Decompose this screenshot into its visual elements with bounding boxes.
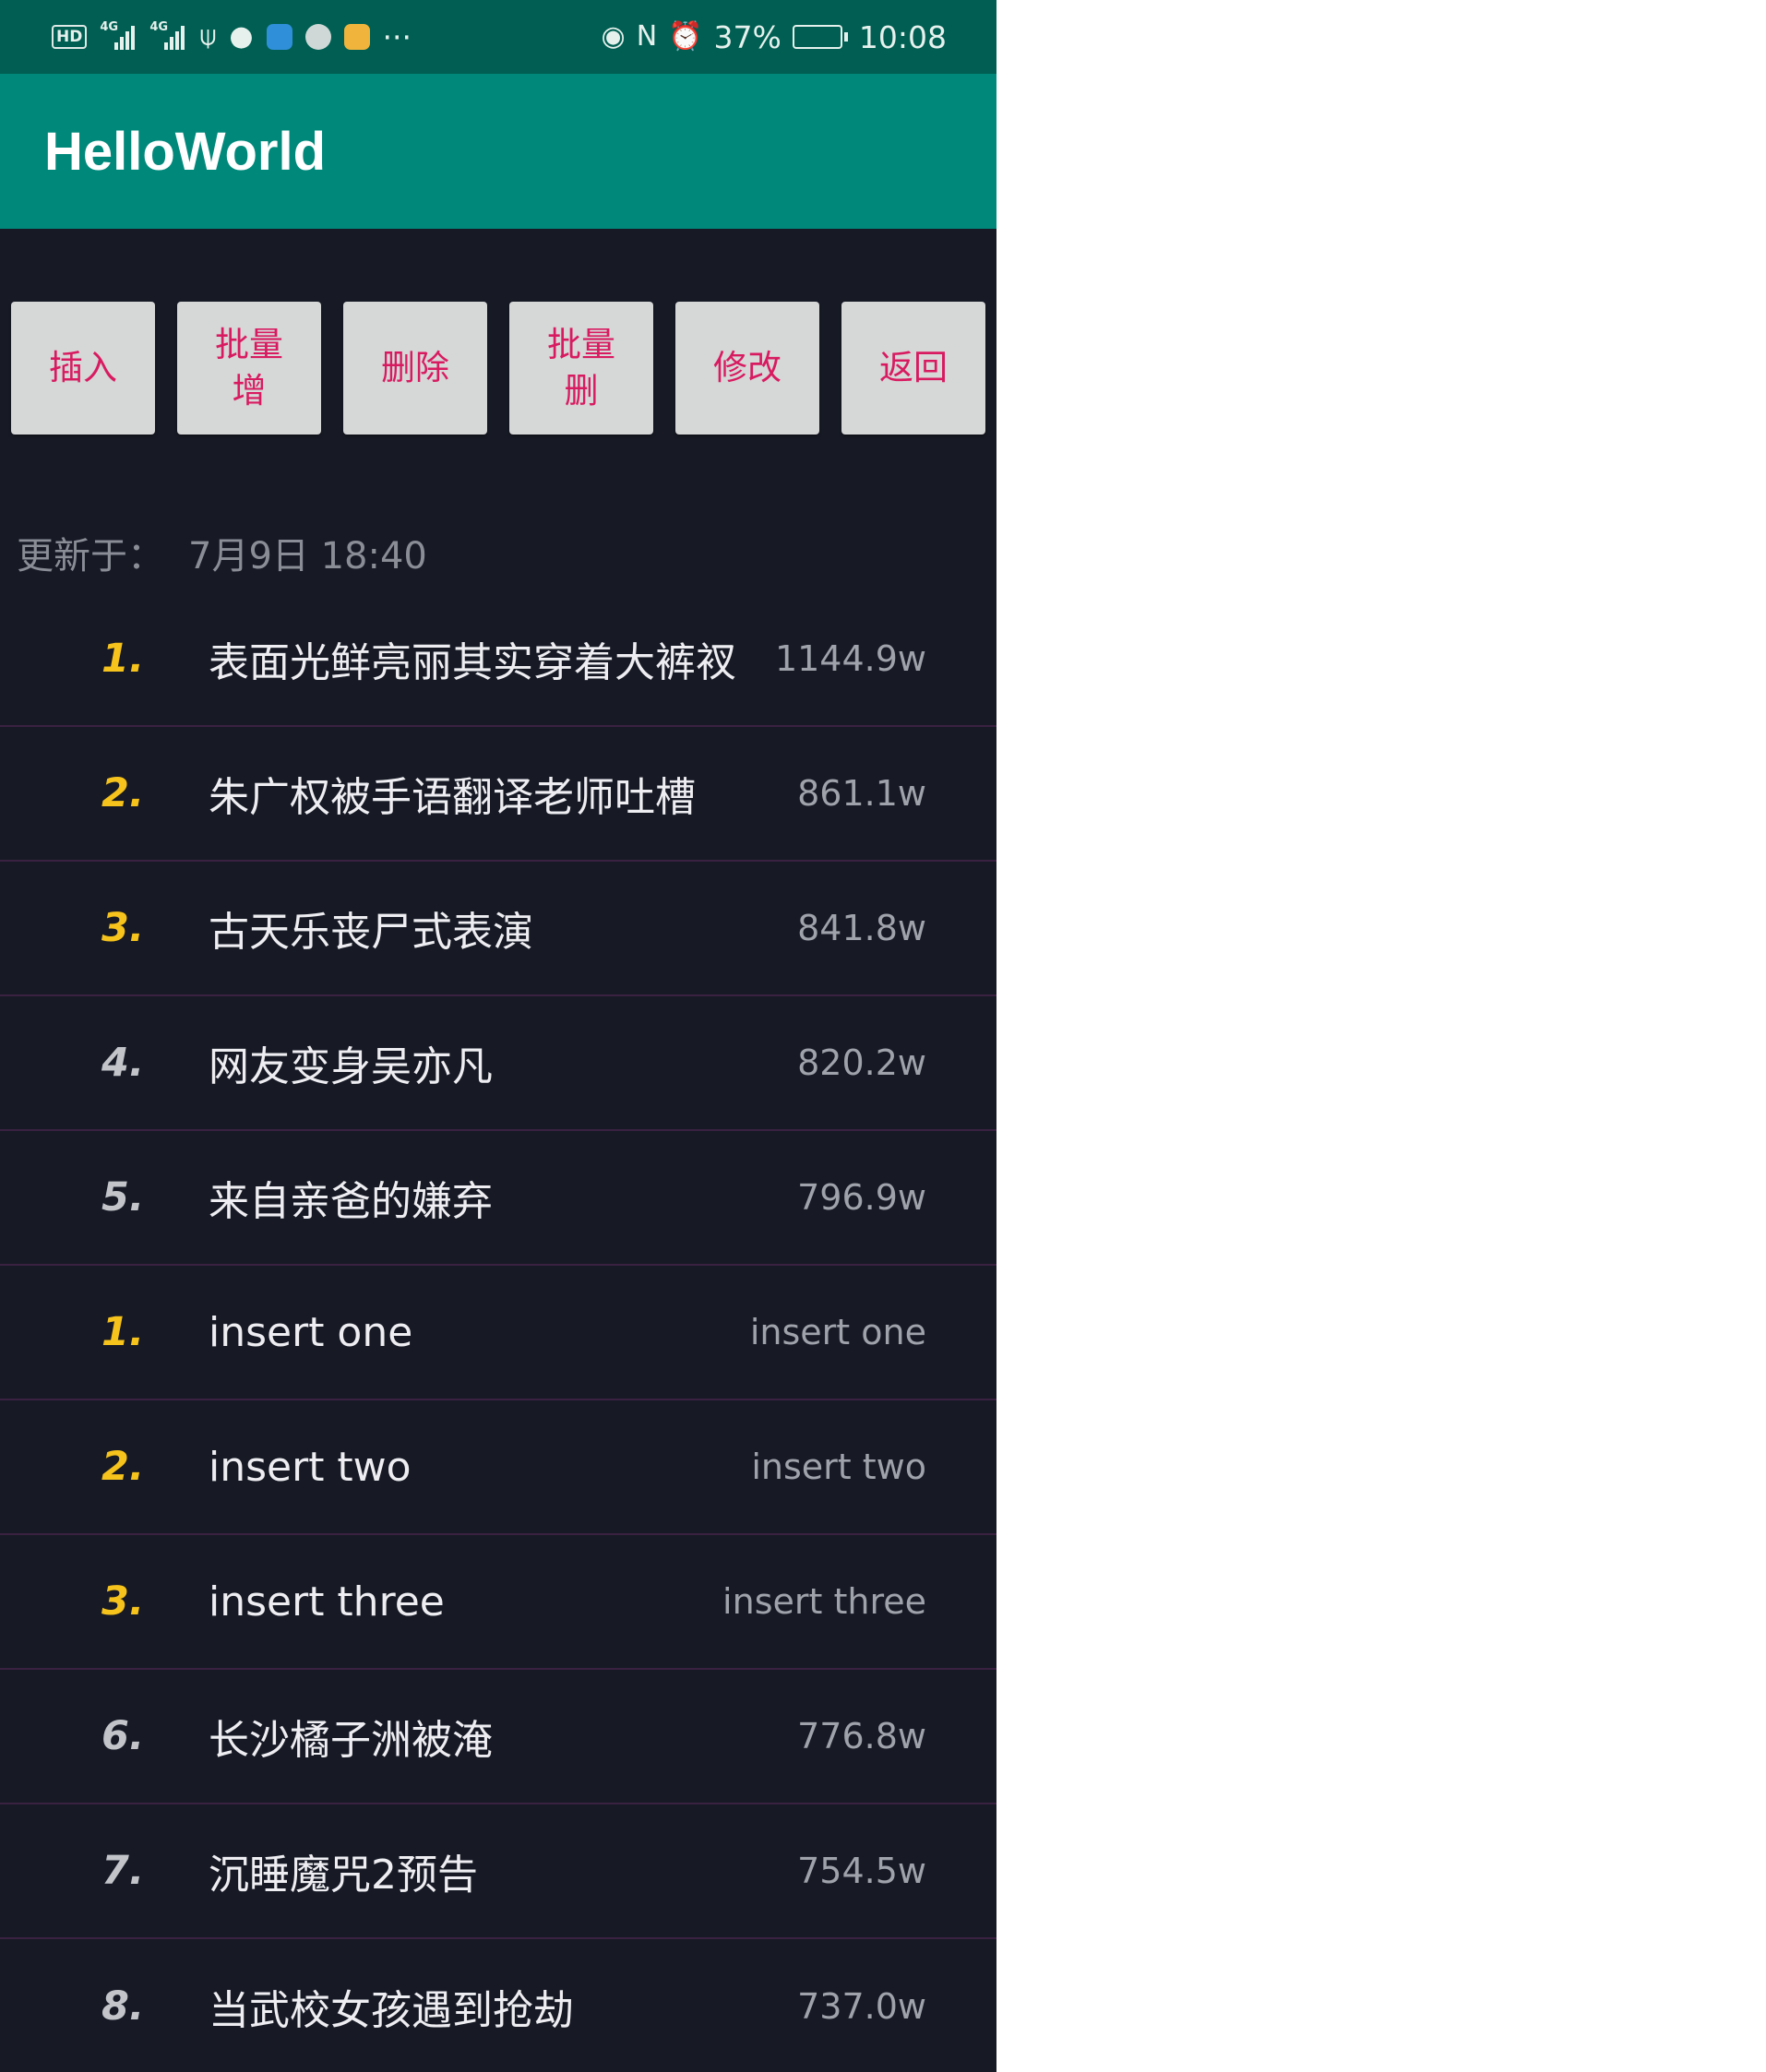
item-count: insert two xyxy=(751,1447,926,1487)
list-item[interactable]: 2. 朱广权被手语翻译老师吐槽 861.1w xyxy=(0,727,996,862)
list-item[interactable]: 6. 长沙橘子洲被淹 776.8w xyxy=(0,1670,996,1804)
rank-number: 2. xyxy=(101,770,145,816)
item-count: 861.1w xyxy=(797,773,926,814)
item-count: 820.2w xyxy=(797,1042,926,1083)
item-title: 古天乐丧尸式表演 xyxy=(209,909,533,956)
item-title: insert three xyxy=(209,1578,445,1625)
app-title: HelloWorld xyxy=(44,121,327,182)
batch-delete-button[interactable]: 批量删 xyxy=(509,302,653,435)
list-item[interactable]: 5. 来自亲爸的嫌弃 796.9w xyxy=(0,1131,996,1266)
app-icon xyxy=(343,24,370,50)
signal-icon: 4G xyxy=(149,20,186,50)
list-item[interactable]: 3. insert three insert three xyxy=(0,1535,996,1670)
updated-label: 更新于： xyxy=(17,535,164,578)
rank-number: 4. xyxy=(101,1040,145,1086)
rank-number: 8. xyxy=(101,1983,145,2030)
item-title: 来自亲爸的嫌弃 xyxy=(209,1178,493,1225)
item-title: insert two xyxy=(209,1443,412,1491)
item-title: 表面光鲜亮丽其实穿着大裤衩 xyxy=(209,639,736,686)
update-button[interactable]: 修改 xyxy=(675,302,819,435)
insert-button[interactable]: 插入 xyxy=(11,302,155,435)
list-item[interactable]: 7. 沉睡魔咒2预告 754.5w xyxy=(0,1804,996,1939)
item-title: 沉睡魔咒2预告 xyxy=(209,1852,478,1899)
item-count: 1144.9w xyxy=(774,638,926,679)
usb-icon: ⍦ xyxy=(199,20,217,53)
list-item[interactable]: 1. 表面光鲜亮丽其实穿着大裤衩 1144.9w xyxy=(0,592,996,727)
item-title: insert one xyxy=(209,1308,413,1356)
rank-number: 3. xyxy=(101,1578,145,1625)
item-count: 754.5w xyxy=(797,1851,926,1891)
list-item[interactable]: 1. insert one insert one xyxy=(0,1266,996,1400)
back-button[interactable]: 返回 xyxy=(841,302,985,435)
signal-icon: 4G xyxy=(100,20,137,50)
app-bar: HelloWorld xyxy=(0,74,996,229)
status-time: 10:08 xyxy=(858,18,947,55)
hot-search-list: 1. 表面光鲜亮丽其实穿着大裤衩 1144.9w 2. 朱广权被手语翻译老师吐槽 861.… xyxy=(0,592,996,2072)
app-icon xyxy=(304,24,331,50)
wechat-icon: ● xyxy=(229,20,254,53)
item-count: 841.8w xyxy=(797,908,926,948)
item-count: insert three xyxy=(722,1581,926,1622)
app-icon xyxy=(266,24,292,50)
updated-value: 7月9日 18:40 xyxy=(188,535,427,578)
alarm-icon: ⏰ xyxy=(668,20,703,53)
rank-number: 3. xyxy=(101,905,145,951)
network-type-label: 4G xyxy=(149,20,169,34)
phone-screen: HD 4G 4G ⍦ ● ··· ◉ N ⏰ 37% 10:08 HelloWo… xyxy=(0,0,996,2072)
updated-time: 更新于： 7月9日 18:40 xyxy=(17,526,451,579)
status-right: ◉ N ⏰ 37% 10:08 xyxy=(591,19,947,55)
item-count: 737.0w xyxy=(797,1986,926,2027)
status-bar: HD 4G 4G ⍦ ● ··· ◉ N ⏰ 37% 10:08 xyxy=(0,0,996,74)
item-count: 776.8w xyxy=(797,1716,926,1756)
rank-number: 2. xyxy=(101,1444,145,1490)
rank-number: 6. xyxy=(101,1713,145,1759)
item-count: 796.9w xyxy=(797,1177,926,1218)
rank-number: 1. xyxy=(101,1309,145,1355)
item-title: 网友变身吴亦凡 xyxy=(209,1043,493,1090)
list-item[interactable]: 2. insert two insert two xyxy=(0,1400,996,1535)
item-count: insert one xyxy=(749,1312,926,1352)
rank-number: 7. xyxy=(101,1848,145,1894)
status-left: HD 4G 4G ⍦ ● ··· xyxy=(52,19,424,55)
eye-icon: ◉ xyxy=(601,20,626,53)
more-notifications-icon: ··· xyxy=(382,18,412,55)
battery-percent: 37% xyxy=(713,18,782,55)
hd-badge: HD xyxy=(52,25,88,49)
batch-insert-button[interactable]: 批量增 xyxy=(177,302,321,435)
list-item[interactable]: 3. 古天乐丧尸式表演 841.8w xyxy=(0,862,996,996)
item-title: 当武校女孩遇到抢劫 xyxy=(209,1987,574,2034)
list-item[interactable]: 8. 当武校女孩遇到抢劫 737.0w xyxy=(0,1939,996,2072)
battery-icon xyxy=(792,25,848,49)
item-title: 长沙橘子洲被淹 xyxy=(209,1717,493,1764)
list-item[interactable]: 4. 网友变身吴亦凡 820.2w xyxy=(0,996,996,1131)
action-button-row: 插入 批量增 删除 批量删 修改 返回 xyxy=(11,302,985,435)
rank-number: 1. xyxy=(101,636,145,682)
network-type-label: 4G xyxy=(100,20,119,34)
delete-button[interactable]: 删除 xyxy=(343,302,487,435)
nfc-icon: N xyxy=(636,20,658,53)
item-title: 朱广权被手语翻译老师吐槽 xyxy=(209,774,696,821)
rank-number: 5. xyxy=(101,1174,145,1221)
